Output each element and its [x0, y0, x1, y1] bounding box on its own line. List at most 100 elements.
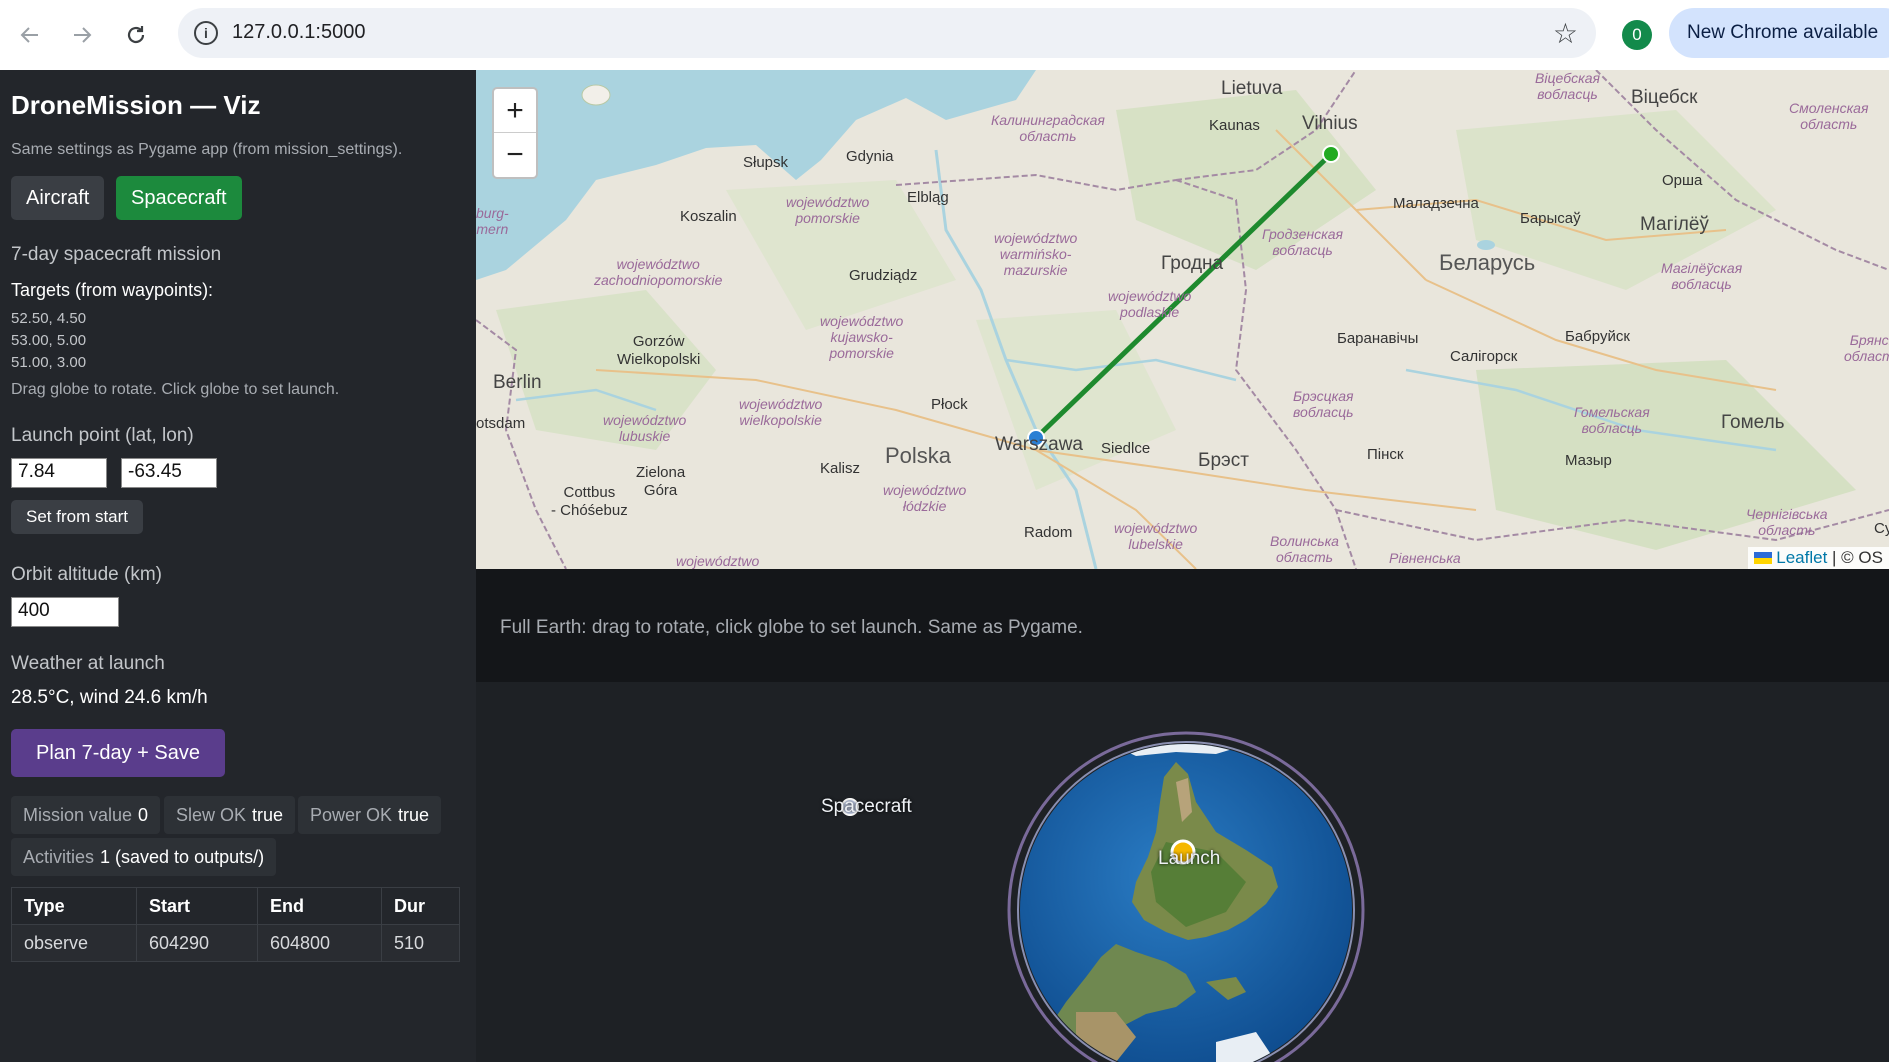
- map-label: Polska: [885, 443, 952, 468]
- plan-save-button[interactable]: Plan 7-day + Save: [11, 729, 225, 777]
- map-label: Су: [1874, 520, 1889, 537]
- stat-value: true: [252, 804, 284, 825]
- globe-canvas[interactable]: [476, 682, 1889, 1062]
- globe-caption: Full Earth: drag to rotate, click globe …: [500, 617, 1083, 638]
- map-label: Барысаў: [1520, 210, 1581, 227]
- map-label: województwo podlaskie: [1108, 288, 1192, 320]
- stat-label: Slew OK: [176, 804, 247, 825]
- altitude-heading: Orbit altitude (km): [11, 564, 162, 585]
- globe-view[interactable]: Spacecraft Launch: [476, 682, 1889, 1062]
- activities-badge: Activities 1 (saved to outputs/): [11, 838, 277, 876]
- spacecraft-label: Spacecraft: [821, 796, 912, 817]
- map-label: województwo łódzkie: [883, 482, 967, 514]
- activities-table: Type Start End Dur observe 604290 604800…: [11, 887, 460, 962]
- map-label: Волинська область: [1270, 533, 1339, 565]
- map-label: otsdam: [476, 415, 526, 432]
- star-icon[interactable]: ☆: [1553, 17, 1578, 50]
- map-label: Warszawa: [995, 434, 1083, 455]
- leaflet-link[interactable]: Leaflet: [1776, 548, 1827, 568]
- map-label: Брэсцкая вобласць: [1293, 388, 1354, 420]
- app-title: DroneMission — Viz: [11, 90, 261, 120]
- reload-icon[interactable]: [118, 17, 154, 53]
- map-label: województwo: [676, 553, 760, 569]
- altitude-input[interactable]: 400: [11, 597, 119, 627]
- map-label: Брянск область: [1844, 332, 1889, 364]
- launch-lon-input[interactable]: -63.45: [121, 458, 217, 488]
- launch-lat-input[interactable]: 7.84: [11, 458, 107, 488]
- targets-heading: Targets (from waypoints):: [11, 280, 214, 300]
- map-label: województwo pomorskie: [786, 194, 870, 226]
- info-icon[interactable]: i: [194, 21, 218, 45]
- forward-icon[interactable]: [64, 17, 100, 53]
- map-label: Гродзенская вобласць: [1262, 226, 1344, 258]
- attribution-text: | © OS: [1832, 548, 1883, 567]
- map-label: Беларусь: [1439, 250, 1536, 275]
- stat-value: 1 (saved to outputs/): [100, 846, 265, 867]
- subtitle: Same settings as Pygame app (from missio…: [11, 141, 403, 158]
- map-label: Пінск: [1367, 446, 1404, 463]
- waypoint-item: 53.00, 5.00: [11, 332, 87, 349]
- aircraft-mode-button[interactable]: Aircraft: [11, 176, 105, 220]
- column-header-end: End: [257, 887, 382, 925]
- stat-label: Activities: [23, 846, 95, 867]
- ukraine-flag-icon: [1754, 552, 1773, 564]
- mission-value-badge: Mission value 0: [11, 796, 161, 834]
- map-label: Berlin: [493, 372, 542, 393]
- map-label: Рівненська: [1389, 550, 1461, 566]
- table-cell: 604800: [257, 924, 382, 962]
- map-label: Słupsk: [743, 154, 789, 171]
- map-label: Gorzów Wielkopolski: [617, 333, 701, 368]
- address-bar[interactable]: i 127.0.0.1:5000 ☆: [178, 8, 1596, 58]
- map-label: Чернігівська область: [1746, 506, 1828, 538]
- map-label: Lietuva: [1221, 78, 1283, 99]
- zoom-out-button[interactable]: −: [494, 133, 536, 177]
- map-label: Vilnius: [1302, 113, 1358, 134]
- map-label: województwo wielkopolskie: [739, 396, 823, 428]
- map-label: Гомельская вобласць: [1574, 404, 1650, 436]
- map-label: województwo lubelskie: [1114, 520, 1198, 552]
- browser-toolbar: i 127.0.0.1:5000 ☆ 0 New Chrome availabl…: [0, 0, 1889, 70]
- table-cell: 604290: [136, 924, 258, 962]
- weather-heading: Weather at launch: [11, 653, 165, 674]
- waypoint-item: 51.00, 3.00: [11, 354, 87, 371]
- map-label: województwo warmińsko- mazurskie: [994, 230, 1078, 278]
- url-text: 127.0.0.1:5000: [232, 21, 366, 43]
- map-label: Koszalin: [680, 208, 737, 225]
- map-attribution: Leaflet | © OS: [1748, 547, 1889, 569]
- map-label: Kaunas: [1209, 117, 1260, 134]
- leaflet-map[interactable]: + − Lietuva Vilnius Kaunas Віцебск Смоле…: [476, 70, 1889, 569]
- map-label: Смоленская область: [1789, 100, 1869, 132]
- map-label: Гомель: [1721, 412, 1785, 433]
- map-label: Брэст: [1198, 450, 1249, 471]
- control-sidebar: DroneMission — Viz Same settings as Pyga…: [0, 70, 476, 1062]
- back-icon[interactable]: [12, 17, 48, 53]
- map-label: Орша: [1662, 172, 1703, 189]
- mission-heading: 7-day spacecraft mission: [11, 244, 222, 265]
- map-label: Płock: [931, 396, 968, 413]
- map-label: województwo kujawsko- pomorskie: [820, 313, 904, 361]
- more-icon[interactable]: ⋮: [1879, 18, 1889, 42]
- column-header-dur: Dur: [381, 887, 460, 925]
- map-label: Магілёў: [1640, 214, 1709, 235]
- route-end-marker[interactable]: [1322, 145, 1340, 163]
- slew-ok-badge: Slew OK true: [164, 796, 296, 834]
- map-label: Віцебская вобласць: [1535, 70, 1600, 102]
- map-label: Zielona Góra: [636, 464, 686, 499]
- power-ok-badge: Power OK true: [298, 796, 442, 834]
- column-header-type: Type: [11, 887, 137, 925]
- zoom-in-button[interactable]: +: [494, 89, 536, 133]
- map-label: Магілёўская вобласць: [1661, 260, 1743, 292]
- map-label: Radom: [1024, 524, 1073, 541]
- stat-value: 0: [138, 804, 149, 825]
- map-label: Kalisz: [820, 460, 861, 477]
- table-header-row: Type Start End Dur: [11, 887, 460, 925]
- set-from-start-button[interactable]: Set from start: [11, 500, 144, 534]
- launch-label: Launch: [1158, 848, 1221, 869]
- map-label: Siedlce: [1101, 440, 1151, 457]
- profile-avatar[interactable]: 0: [1622, 20, 1652, 50]
- map-label: Elbląg: [907, 189, 949, 206]
- spacecraft-mode-button[interactable]: Spacecraft: [116, 176, 242, 220]
- map-label: województwo lubuskie: [603, 412, 687, 444]
- map-label: województwo zachodniopomorskie: [594, 256, 723, 288]
- update-chrome-button[interactable]: New Chrome available ⋮: [1669, 8, 1889, 58]
